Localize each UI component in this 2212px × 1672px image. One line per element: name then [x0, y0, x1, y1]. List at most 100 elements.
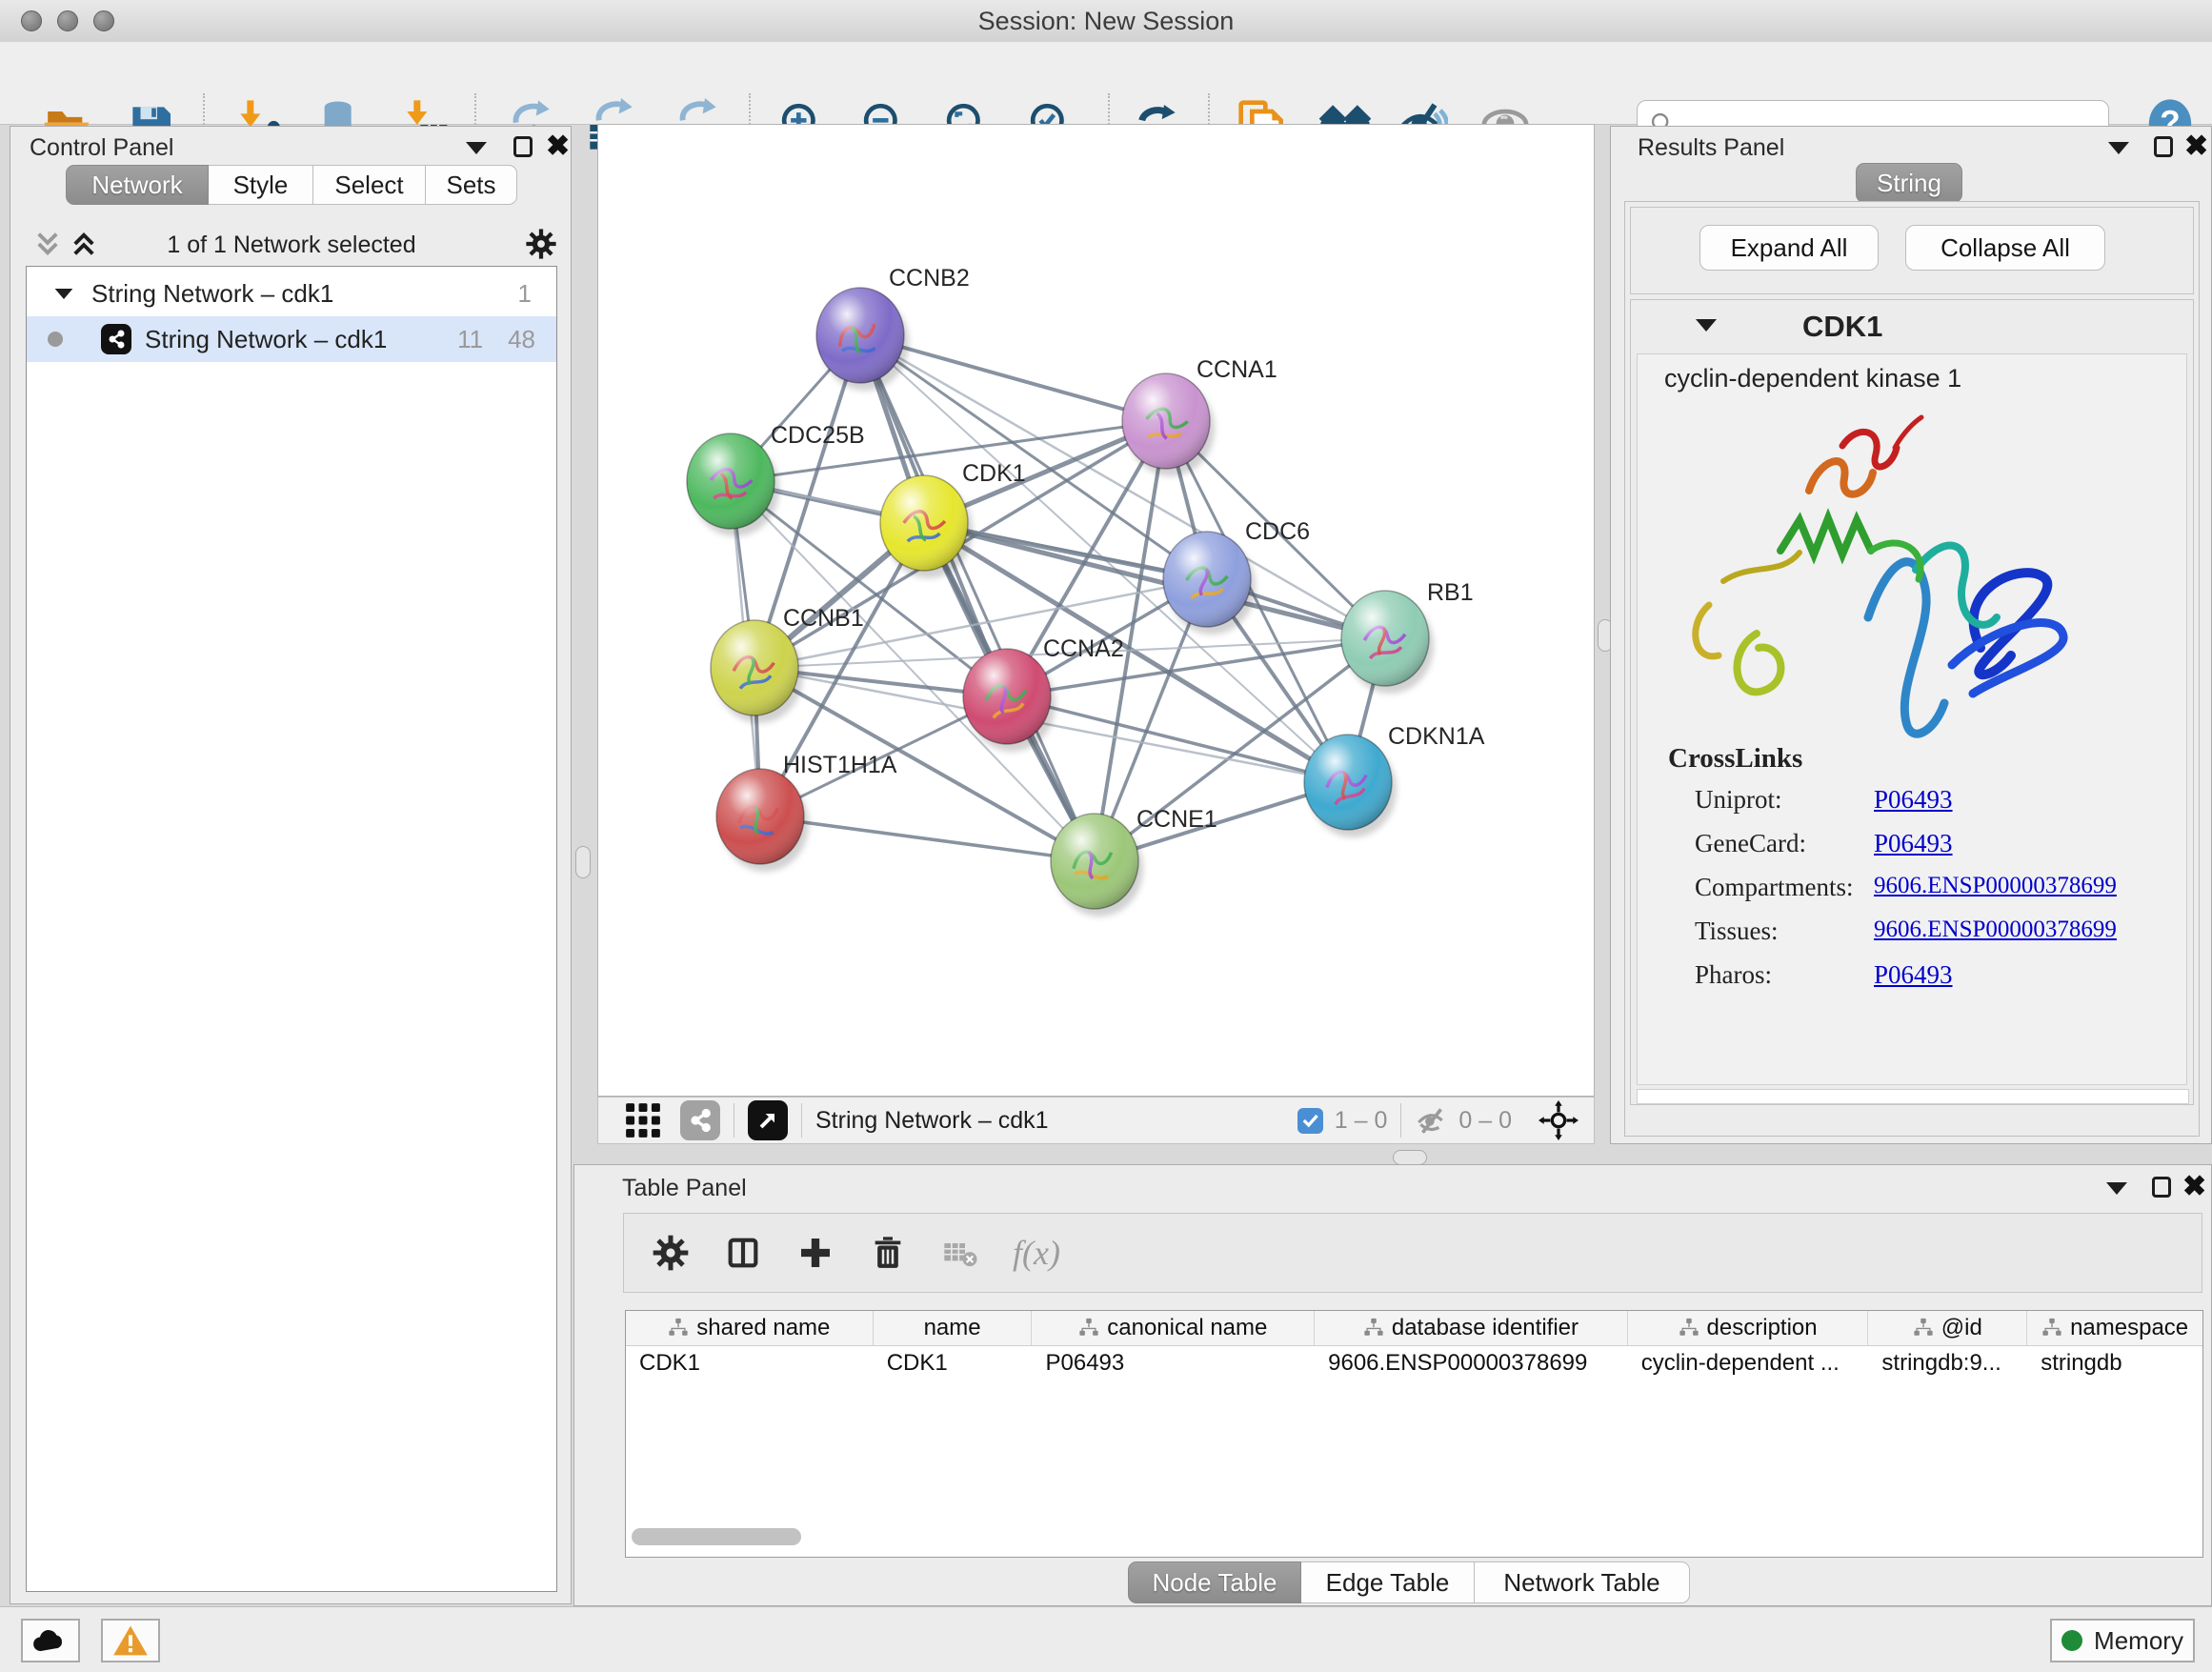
tab-sets[interactable]: Sets: [426, 165, 517, 205]
column-header-id[interactable]: @id: [1868, 1311, 2027, 1345]
crosslink-label: GeneCard:: [1695, 829, 1806, 857]
memory-button[interactable]: Memory: [2050, 1619, 2195, 1662]
column-header-canonical-name[interactable]: canonical name: [1032, 1311, 1315, 1345]
tab-select[interactable]: Select: [313, 165, 426, 205]
network-node-CDC25B[interactable]: CDC25B: [687, 422, 865, 536]
table-tabs: Node Table Edge Table Network Table: [1128, 1561, 1690, 1601]
network-selection-status: 1 of 1 Network selected: [10, 232, 573, 259]
network-edge-CCNB2-CCNE1[interactable]: [860, 335, 1095, 861]
crosslink-genecard-link[interactable]: P06493: [1874, 829, 1953, 858]
collapse-all-button[interactable]: Collapse All: [1905, 225, 2105, 271]
network-node-CDKN1A[interactable]: CDKN1A: [1304, 723, 1485, 837]
splitter-handle[interactable]: [1393, 1150, 1427, 1165]
birdseye-share-icon[interactable]: [680, 1100, 720, 1140]
node-count: 11: [457, 325, 483, 354]
warning-icon: [111, 1624, 150, 1657]
add-column-icon[interactable]: [790, 1227, 841, 1279]
cell-name[interactable]: CDK1: [874, 1346, 1033, 1380]
panel-menu-icon[interactable]: [2106, 1182, 2127, 1195]
node-label-CCNA1: CCNA1: [1196, 356, 1277, 383]
panel-close-icon[interactable]: ✖: [2182, 1177, 2206, 1198]
titlebar: Session: New Session: [0, 0, 2212, 43]
control-panel-tabs: Network Style Select Sets: [66, 165, 517, 205]
table-row[interactable]: CDK1 CDK1 P06493 9606.ENSP00000378699 cy…: [626, 1346, 2202, 1380]
table-settings-gear-icon[interactable]: [645, 1227, 696, 1279]
grid-view-icon[interactable]: [625, 1102, 661, 1138]
tab-network-table[interactable]: Network Table: [1475, 1561, 1690, 1603]
collection-count: 1: [518, 279, 532, 309]
node-label-RB1: RB1: [1427, 579, 1474, 606]
expand-all-button[interactable]: Expand All: [1699, 225, 1879, 271]
detach-view-icon[interactable]: [748, 1100, 788, 1140]
cell-database-identifier[interactable]: 9606.ENSP00000378699: [1315, 1346, 1628, 1380]
network-list-toolbar: 1 of 1 Network selected: [10, 222, 573, 266]
cell-description[interactable]: cyclin-dependent ...: [1628, 1346, 1869, 1380]
cell-id[interactable]: stringdb:9...: [1868, 1346, 2027, 1380]
node-label-CCNE1: CCNE1: [1136, 806, 1217, 833]
crosshair-icon[interactable]: [1538, 1100, 1579, 1140]
node-label-CDKN1A: CDKN1A: [1388, 723, 1485, 750]
results-panel: Results Panel ✖ String Expand All Collap…: [1610, 126, 2212, 1144]
gene-section-header[interactable]: CDK1: [1631, 300, 2195, 352]
crosslink-pharos-link[interactable]: P06493: [1874, 960, 1953, 990]
hidden-node-edge-counts: 0 – 0: [1458, 1107, 1512, 1135]
cell-namespace[interactable]: stringdb: [2027, 1346, 2202, 1380]
cloud-button[interactable]: [21, 1619, 80, 1662]
column-header-database-identifier[interactable]: database identifier: [1315, 1311, 1628, 1345]
tab-node-table[interactable]: Node Table: [1128, 1561, 1301, 1603]
delete-column-trash-icon[interactable]: [862, 1227, 914, 1279]
hidden-eye-icon: [1415, 1105, 1449, 1136]
network-edge-HIST1H1A-CCNE1[interactable]: [760, 816, 1095, 861]
panel-close-icon[interactable]: ✖: [546, 136, 570, 157]
column-header-namespace[interactable]: namespace: [2027, 1311, 2202, 1345]
control-panel: Control Panel ✖ Network Style Select Set…: [10, 126, 572, 1604]
network-canvas[interactable]: CCNB2CCNA1CDC25BCDK1CDC6RB1CCNB1CCNA2CDK…: [597, 124, 1595, 1097]
network-status-dot-icon: [48, 332, 63, 347]
cell-shared-name[interactable]: CDK1: [626, 1346, 874, 1380]
tab-edge-table[interactable]: Edge Table: [1301, 1561, 1475, 1603]
column-header-shared-name[interactable]: shared name: [626, 1311, 874, 1345]
horizontal-scrollbar-thumb[interactable]: [632, 1528, 801, 1545]
results-scroll-area: Expand All Collapse All CDK1 cyclin-depe…: [1624, 201, 2200, 1137]
panel-float-icon[interactable]: [2152, 1177, 2171, 1198]
main-toolbar: ?: [0, 42, 2212, 125]
crosslink-compartments-link[interactable]: 9606.ENSP00000378699: [1874, 873, 2117, 899]
gene-description: cyclin-dependent kinase 1: [1664, 364, 1961, 393]
panel-menu-icon[interactable]: [466, 142, 487, 154]
selected-checkbox-icon[interactable]: [1297, 1108, 1323, 1134]
network-node-CCNE1[interactable]: CCNE1: [1051, 806, 1217, 917]
crosslink-tissues-link[interactable]: 9606.ENSP00000378699: [1874, 917, 2117, 943]
crosslink-uniprot-link[interactable]: P06493: [1874, 785, 1953, 815]
show-columns-icon[interactable]: [717, 1227, 769, 1279]
crosslink-row: Pharos:: [1695, 960, 1772, 990]
crosslink-row: GeneCard:: [1695, 829, 1806, 858]
gear-icon[interactable]: [525, 228, 557, 260]
network-node-CCNA1[interactable]: CCNA1: [1122, 356, 1277, 476]
tab-network[interactable]: Network: [66, 165, 209, 205]
column-header-description[interactable]: description: [1628, 1311, 1869, 1345]
tree-expand-icon[interactable]: [55, 288, 73, 298]
cell-canonical-name[interactable]: P06493: [1032, 1346, 1315, 1380]
panel-float-icon[interactable]: [2154, 136, 2173, 157]
warning-button[interactable]: [101, 1619, 160, 1662]
network-node-CCNB2[interactable]: CCNB2: [816, 265, 970, 391]
network-node-HIST1H1A[interactable]: HIST1H1A: [716, 752, 897, 872]
string-network-icon: [101, 324, 131, 354]
next-section-sliver: [1637, 1089, 2189, 1104]
delete-table-icon: [935, 1227, 986, 1279]
section-collapse-icon[interactable]: [1696, 319, 1717, 332]
column-header-name[interactable]: name: [874, 1311, 1033, 1345]
panel-float-icon[interactable]: [513, 136, 533, 157]
tab-style[interactable]: Style: [209, 165, 313, 205]
crosslink-row: Compartments:: [1695, 873, 1853, 902]
function-builder-icon: f(x): [1013, 1233, 1060, 1273]
network-node-RB1[interactable]: RB1: [1341, 579, 1474, 694]
splitter-handle[interactable]: [575, 846, 591, 878]
network-collection-row[interactable]: String Network – cdk1 1: [27, 271, 556, 316]
panel-menu-icon[interactable]: [2108, 142, 2129, 154]
tab-string[interactable]: String: [1856, 163, 1962, 203]
network-node-CDC6[interactable]: CDC6: [1163, 518, 1310, 635]
panel-close-icon[interactable]: ✖: [2184, 136, 2208, 157]
network-row-selected[interactable]: String Network – cdk1 11 48: [27, 316, 556, 362]
table-panel-title: Table Panel: [622, 1175, 747, 1202]
